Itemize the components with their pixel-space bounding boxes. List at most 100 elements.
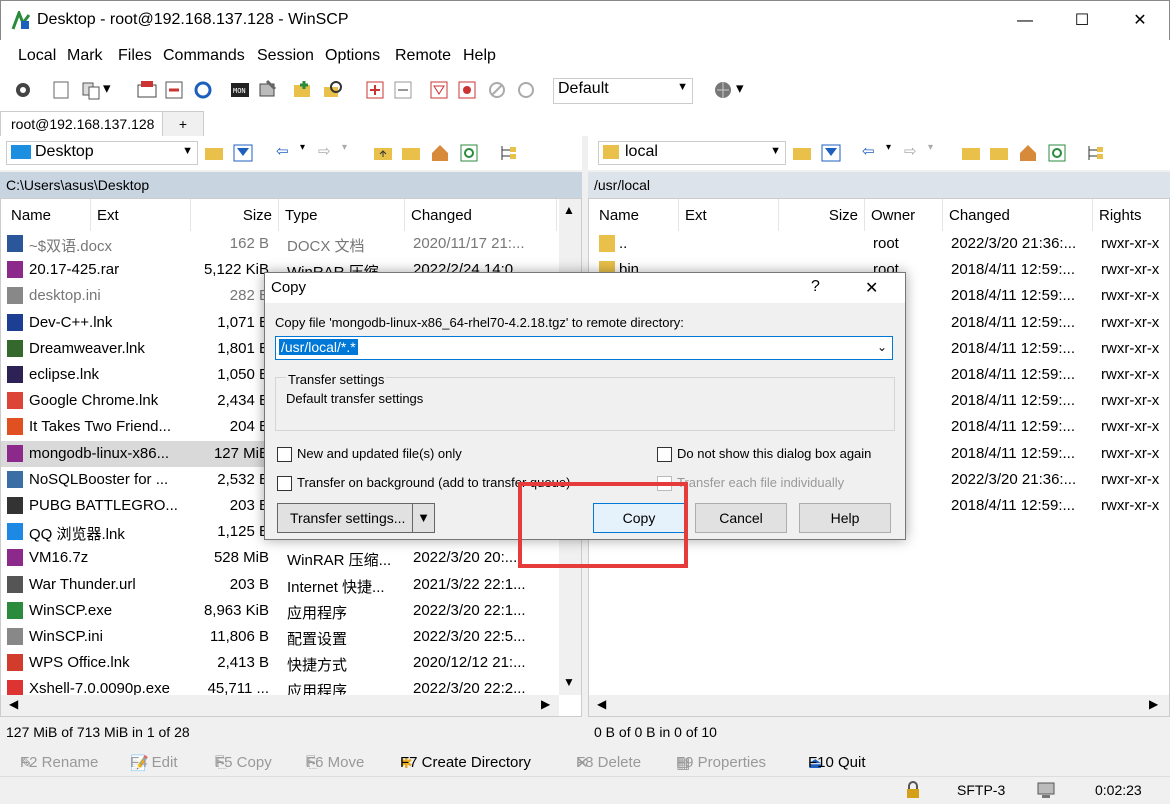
left-path-bar[interactable]: C:\Users\asus\Desktop (0, 172, 582, 198)
queue-icon[interactable] (136, 79, 158, 101)
preferences-globe-icon[interactable] (712, 79, 734, 101)
col-ext[interactable]: Ext (91, 199, 191, 231)
scroll-right-icon[interactable]: ▶ (541, 697, 550, 711)
right-location-select[interactable]: local ▼ (598, 141, 786, 165)
col-changed[interactable]: Changed (943, 199, 1093, 231)
compare-dirs-icon[interactable] (50, 79, 72, 101)
reload-icon[interactable] (515, 79, 537, 101)
close-button[interactable]: ✕ (1111, 1, 1169, 41)
target-directory-input[interactable]: /usr/local/*.* ⌄ (275, 336, 893, 360)
scroll-left-icon[interactable]: ◀ (9, 697, 18, 711)
parent-dir-icon[interactable] (372, 142, 394, 164)
maximize-button[interactable]: ☐ (1053, 1, 1111, 41)
tree-view-icon[interactable] (497, 142, 519, 164)
new-updated-label[interactable]: New and updated file(s) only (297, 446, 462, 461)
col-rights[interactable]: Rights (1093, 199, 1169, 231)
split-arrow-icon[interactable]: ▼ (412, 504, 434, 532)
open-folder-icon[interactable] (791, 142, 813, 164)
col-name[interactable]: Name (593, 199, 679, 231)
scroll-left-icon[interactable]: ◀ (597, 697, 606, 711)
help-button[interactable]: Help (799, 503, 891, 533)
table-row[interactable]: WPS Office.lnk 2,413 B 快捷方式 2020/12/12 21:.… (1, 650, 557, 676)
back-arrow-icon[interactable]: ⇦ (862, 142, 884, 164)
col-size[interactable]: Size (779, 199, 865, 231)
right-path-bar[interactable]: /usr/local (588, 172, 1170, 198)
right-horizontal-scrollbar[interactable] (589, 695, 1169, 716)
col-size[interactable]: Size (191, 199, 279, 231)
col-type[interactable]: Type (279, 199, 405, 231)
clear-selection-icon[interactable] (486, 79, 508, 101)
col-name[interactable]: Name (5, 199, 91, 231)
new-tab-button[interactable]: + (162, 111, 204, 137)
do-not-show-label[interactable]: Do not show this dialog box again (677, 446, 871, 461)
table-row[interactable]: ~$双语.docx 162 B DOCX 文档 2020/11/17 21:... (1, 231, 557, 257)
home-icon[interactable] (1017, 142, 1039, 164)
dialog-help-button[interactable]: ? (811, 278, 820, 296)
menu-local[interactable]: Local (18, 47, 56, 65)
menu-options[interactable]: Options (325, 47, 380, 65)
invert-selection-icon[interactable] (456, 79, 478, 101)
root-dir-icon[interactable] (400, 142, 422, 164)
forward-dropdown-icon[interactable]: ▾ (928, 142, 950, 164)
do-not-show-checkbox[interactable] (657, 447, 672, 462)
table-row[interactable]: War Thunder.url 203 B Internet 快捷... 2021/3… (1, 572, 557, 598)
refresh-icon[interactable] (458, 142, 480, 164)
scroll-down-icon[interactable]: ▼ (563, 675, 575, 689)
right-status: 0 B of 0 B in 0 of 10 (594, 724, 717, 740)
add-bookmark-icon[interactable] (292, 79, 314, 101)
col-owner[interactable]: Owner (865, 199, 943, 231)
new-updated-checkbox[interactable] (277, 447, 292, 462)
filter-folder-icon[interactable] (232, 142, 254, 164)
open-folder-icon[interactable] (203, 142, 225, 164)
menu-remote[interactable]: Remote (395, 47, 451, 65)
transfer-icon[interactable] (163, 79, 185, 101)
home-icon[interactable] (429, 142, 451, 164)
scroll-up-icon[interactable]: ▲ (563, 203, 575, 217)
minimize-button[interactable]: — (996, 1, 1054, 41)
menu-help[interactable]: Help (463, 47, 496, 65)
select-files-icon[interactable] (364, 79, 386, 101)
file-size: 162 B (229, 235, 269, 252)
transfer-individually-label[interactable]: Transfer each file individually (677, 475, 844, 490)
menu-commands[interactable]: Commands (163, 47, 245, 65)
menu-session[interactable]: Session (257, 47, 314, 65)
back-arrow-icon[interactable]: ⇦ (276, 142, 298, 164)
table-row[interactable]: WinSCP.exe 8,963 KiB 应用程序 2022/3/20 22:1... (1, 598, 557, 624)
forward-arrow-icon[interactable]: ⇨ (904, 142, 926, 164)
cancel-button[interactable]: Cancel (695, 503, 787, 533)
table-row[interactable]: WinSCP.ini 11,806 B 配置设置 2022/3/20 22:5... (1, 624, 557, 650)
file-name: WPS Office.lnk (29, 654, 130, 672)
table-row[interactable]: .. root 2022/3/20 21:36:... rwxr-xr-x (589, 231, 1169, 257)
menu-mark[interactable]: Mark (67, 47, 103, 65)
root-dir-icon[interactable] (988, 142, 1010, 164)
find-files-icon[interactable] (322, 79, 344, 101)
tree-view-icon[interactable] (1084, 142, 1106, 164)
transfer-settings-button[interactable]: Transfer settings... ▼ (277, 503, 435, 533)
refresh-icon[interactable] (1046, 142, 1068, 164)
console-icon[interactable]: MON (229, 79, 251, 101)
scroll-right-icon[interactable]: ▶ (1149, 697, 1158, 711)
tab-session[interactable]: root@192.168.137.128 (0, 111, 166, 137)
forward-arrow-icon[interactable]: ⇨ (318, 142, 340, 164)
refresh-icon[interactable] (192, 79, 214, 101)
left-horizontal-scrollbar[interactable] (1, 695, 559, 716)
filter-folder-icon[interactable] (820, 142, 842, 164)
dialog-close-button[interactable]: ✕ (865, 278, 878, 298)
filter-icon[interactable] (428, 79, 450, 101)
dropdown-arrow-icon[interactable]: ▾ (103, 79, 115, 101)
parent-dir-icon[interactable] (960, 142, 982, 164)
menu-files[interactable]: Files (118, 47, 152, 65)
gear-icon[interactable] (12, 79, 34, 101)
synchronize-icon[interactable] (80, 79, 102, 101)
left-location-select[interactable]: Desktop ▼ (6, 141, 198, 165)
chevron-down-icon[interactable]: ⌄ (877, 340, 887, 354)
dropdown-arrow-icon[interactable]: ▾ (736, 79, 748, 101)
transfer-profile-select[interactable]: Default ▼ (553, 78, 693, 104)
forward-dropdown-icon[interactable]: ▾ (342, 142, 364, 164)
col-ext[interactable]: Ext (679, 199, 779, 231)
unselect-files-icon[interactable] (392, 79, 414, 101)
putty-icon[interactable] (257, 79, 279, 101)
col-changed[interactable]: Changed (405, 199, 557, 231)
background-checkbox[interactable] (277, 476, 292, 491)
table-row[interactable]: VM16.7z 528 MiB WinRAR 压缩... 2022/3/20 20:.… (1, 545, 557, 571)
